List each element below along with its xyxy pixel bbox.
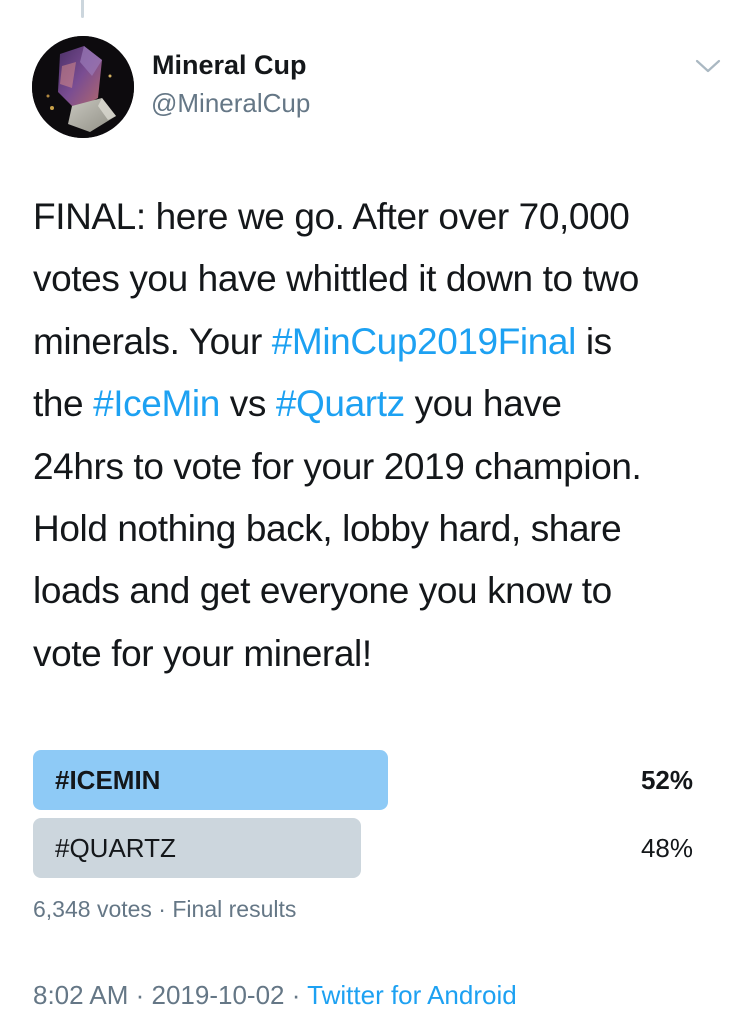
tweet-text-line: vote for your mineral! <box>33 623 733 685</box>
hashtag-link[interactable]: #Quartz <box>276 383 405 424</box>
tweet-text-segment: vote for your mineral! <box>33 632 372 674</box>
hashtag-link[interactable]: #MinCup2019Final <box>272 321 577 362</box>
tweet-text-line: votes you have whittled it down to two <box>33 248 733 310</box>
avatar[interactable] <box>32 36 134 138</box>
poll-option: #QUARTZ 48% <box>33 818 713 878</box>
tweet-text-line: the #IceMin vs #Quartz you have <box>33 373 733 435</box>
tweet-source-link[interactable]: Twitter for Android <box>307 980 517 1010</box>
tweet-text-line: FINAL: here we go. After over 70,000 <box>33 186 733 248</box>
tweet-text-segment: the <box>33 383 94 425</box>
poll-option: #ICEMIN 52% <box>33 750 713 810</box>
tweet-text-segment: Hold nothing back, lobby hard, share <box>33 508 622 550</box>
poll-vote-count: 6,348 votes <box>33 896 152 922</box>
tweet-text-segment: is <box>575 320 612 362</box>
author-name[interactable]: Mineral Cup <box>152 50 307 81</box>
tweet-text-segment: you have <box>404 383 562 425</box>
tweet-text-line: minerals. Your #MinCup2019Final is <box>33 311 733 373</box>
tweet-text-line: Hold nothing back, lobby hard, share <box>33 498 733 560</box>
tweet-text-segment: votes you have whittled it down to two <box>33 258 639 300</box>
tweet-text-segment: loads and get everyone you know to <box>33 570 612 612</box>
poll-meta: 6,348 votes · Final results <box>33 896 296 923</box>
hashtag-link[interactable]: #IceMin <box>93 383 220 424</box>
tweet-text-line: 24hrs to vote for your 2019 champion. <box>33 436 733 498</box>
poll-option-label: #ICEMIN <box>55 765 161 795</box>
tweet-text: FINAL: here we go. After over 70,000 vote… <box>33 186 733 685</box>
poll-option-percent: 48% <box>640 833 693 863</box>
tweet-text-segment: FINAL: here we go. After over 70,000 <box>33 196 630 237</box>
poll-option-percent: 52% <box>640 765 693 795</box>
tweet-text-line: loads and get everyone you know to <box>33 560 733 622</box>
thread-connector-line <box>81 0 84 18</box>
mineral-crystal-avatar-icon <box>32 36 134 138</box>
poll-option-label: #QUARTZ <box>55 833 176 863</box>
poll-status: Final results <box>172 896 297 922</box>
tweet-timestamp: 8:02 AM · 2019-10-02 · Twitter for Andro… <box>33 980 517 1011</box>
tweet-time[interactable]: 8:02 AM <box>33 980 128 1010</box>
tweet-text-segment: minerals. Your <box>33 320 272 362</box>
tweet-text-segment: vs <box>219 383 276 425</box>
poll-meta-separator: · <box>151 896 173 922</box>
tweet-text-segment: 24hrs to vote for your 2019 champion. <box>33 445 642 487</box>
author-handle[interactable]: @MineralCup <box>151 88 310 119</box>
timestamp-separator: · <box>128 980 152 1010</box>
tweet-detail: Mineral Cup @MineralCup FINAL: here we g… <box>0 0 749 1028</box>
chevron-down-icon[interactable] <box>693 56 723 76</box>
tweet-date[interactable]: 2019-10-02 <box>152 980 285 1010</box>
poll: #ICEMIN 52% #QUARTZ 48% <box>33 750 713 886</box>
timestamp-separator-2: · <box>284 980 308 1010</box>
